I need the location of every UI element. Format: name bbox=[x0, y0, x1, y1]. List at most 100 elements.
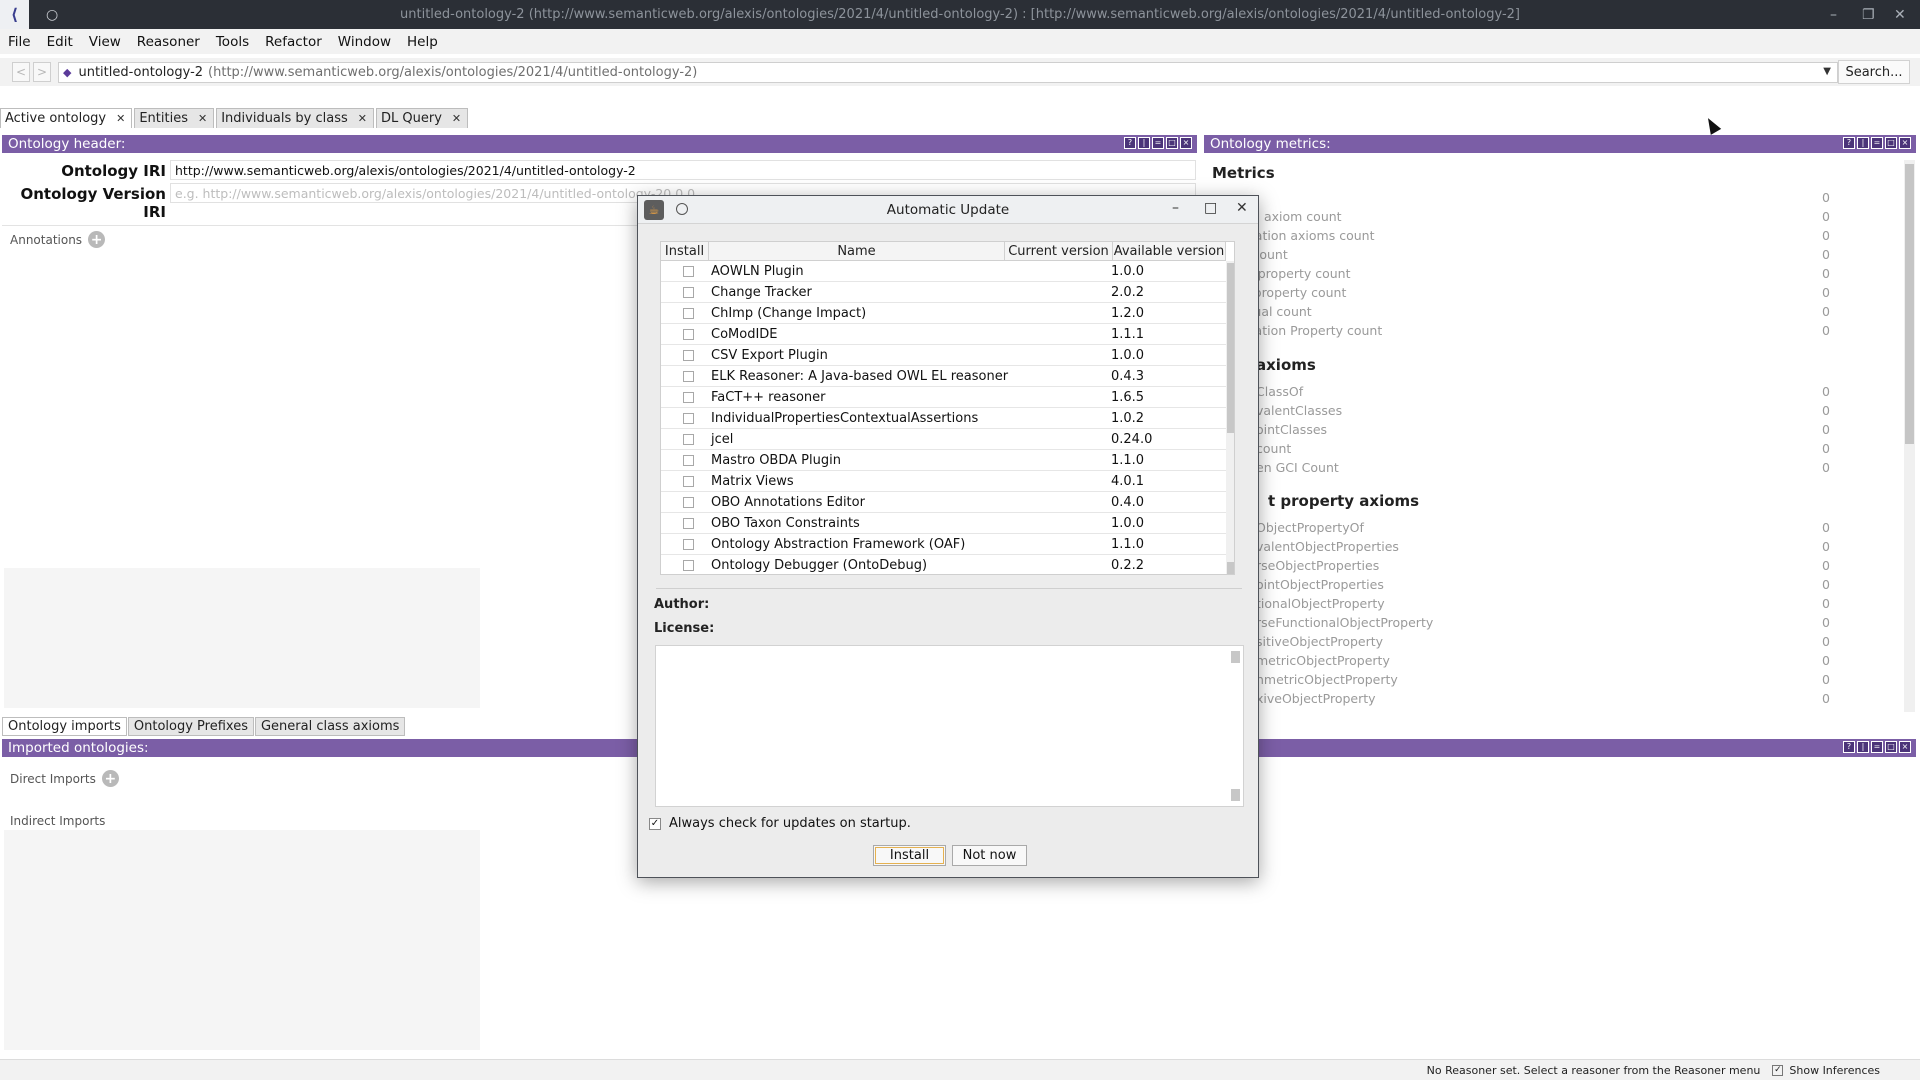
install-checkbox[interactable] bbox=[683, 455, 694, 466]
install-checkbox[interactable] bbox=[683, 476, 694, 487]
install-checkbox[interactable] bbox=[683, 308, 694, 319]
plugin-row[interactable]: OBO Taxon Constraints 1.0.0 bbox=[661, 513, 1228, 534]
back-button[interactable]: < bbox=[12, 62, 30, 82]
menu-reasoner[interactable]: Reasoner bbox=[137, 34, 200, 50]
split-icon[interactable]: = bbox=[1871, 137, 1883, 149]
close-view-icon[interactable]: × bbox=[1899, 137, 1911, 149]
plugin-row[interactable]: AOWLN Plugin 1.0.0 bbox=[661, 261, 1228, 282]
install-checkbox[interactable] bbox=[683, 350, 694, 361]
help-icon[interactable]: ? bbox=[1843, 137, 1855, 149]
close-tab-icon[interactable]: ✕ bbox=[358, 112, 367, 125]
tab-individuals-by-class[interactable]: Individuals by class ✕ bbox=[216, 108, 374, 128]
close-tab-icon[interactable]: ✕ bbox=[116, 112, 125, 125]
add-import-icon[interactable]: + bbox=[101, 770, 119, 787]
install-checkbox[interactable] bbox=[683, 287, 694, 298]
pin-view-icon[interactable]: | bbox=[1138, 137, 1150, 149]
pin-view-icon[interactable]: | bbox=[1857, 137, 1869, 149]
install-checkbox[interactable] bbox=[683, 329, 694, 340]
pin-view-icon[interactable]: | bbox=[1857, 741, 1869, 753]
plugin-row[interactable]: OBO Annotations Editor 0.4.0 bbox=[661, 492, 1228, 513]
install-checkbox[interactable] bbox=[683, 539, 694, 550]
tab-ontology-prefixes[interactable]: Ontology Prefixes bbox=[127, 717, 254, 736]
scroll-thumb[interactable] bbox=[1905, 164, 1914, 444]
tab-general-class-axioms[interactable]: General class axioms bbox=[254, 717, 406, 736]
add-annotation-icon[interactable]: + bbox=[88, 231, 106, 248]
install-checkbox[interactable] bbox=[683, 434, 694, 445]
close-view-icon[interactable]: × bbox=[1899, 741, 1911, 753]
close-view-icon[interactable]: × bbox=[1180, 137, 1192, 149]
pin-icon[interactable] bbox=[676, 203, 688, 215]
menu-tools[interactable]: Tools bbox=[216, 34, 249, 50]
forward-button[interactable]: > bbox=[33, 62, 51, 82]
pin-icon[interactable]: ○ bbox=[46, 7, 58, 23]
close-icon[interactable]: ✕ bbox=[1894, 0, 1906, 29]
column-header-available-version[interactable]: Available version bbox=[1113, 242, 1226, 261]
plugin-row[interactable]: ChImp (Change Impact) 1.2.0 bbox=[661, 303, 1228, 324]
tab-entities[interactable]: Entities ✕ bbox=[134, 108, 215, 128]
maximize-icon[interactable]: □ bbox=[1166, 137, 1178, 149]
ontology-selector[interactable]: ◆ untitled-ontology-2 (http://www.semant… bbox=[58, 62, 1838, 83]
install-checkbox[interactable] bbox=[683, 518, 694, 529]
status-bar: No Reasoner set. Select a reasoner from … bbox=[0, 1059, 1920, 1080]
menu-edit[interactable]: Edit bbox=[47, 34, 73, 50]
plugin-row[interactable]: IndividualPropertiesContextualAssertions… bbox=[661, 408, 1228, 429]
scroll-thumb[interactable] bbox=[1227, 263, 1234, 433]
show-inferences-checkbox[interactable]: ✓ bbox=[1772, 1064, 1784, 1076]
restore-icon[interactable]: ❐ bbox=[1862, 0, 1875, 29]
install-checkbox[interactable] bbox=[683, 497, 694, 508]
plugin-row[interactable]: Matrix Views 4.0.1 bbox=[661, 471, 1228, 492]
install-button[interactable]: Install bbox=[873, 845, 946, 866]
menu-help[interactable]: Help bbox=[407, 34, 438, 50]
not-now-button[interactable]: Not now bbox=[952, 845, 1027, 866]
always-check-checkbox[interactable]: ✓ bbox=[649, 817, 661, 830]
plugin-row[interactable]: Mastro OBDA Plugin 1.1.0 bbox=[661, 450, 1228, 471]
install-checkbox[interactable] bbox=[683, 392, 694, 403]
close-icon[interactable]: ✕ bbox=[1236, 200, 1248, 216]
metrics-scrollbar[interactable] bbox=[1904, 160, 1915, 712]
tab-dl-query[interactable]: DL Query ✕ bbox=[376, 108, 469, 128]
plugin-name: CSV Export Plugin bbox=[711, 348, 828, 363]
plugin-row[interactable]: CoModIDE 1.1.1 bbox=[661, 324, 1228, 345]
plugin-row[interactable]: Change Tracker 2.0.2 bbox=[661, 282, 1228, 303]
plugin-row[interactable]: CSV Export Plugin 1.0.0 bbox=[661, 345, 1228, 366]
menu-window[interactable]: Window bbox=[338, 34, 391, 50]
split-icon[interactable]: = bbox=[1152, 137, 1164, 149]
minimize-icon[interactable]: – bbox=[1830, 0, 1837, 29]
help-icon[interactable]: ? bbox=[1843, 741, 1855, 753]
split-icon[interactable]: = bbox=[1871, 741, 1883, 753]
column-header-name[interactable]: Name bbox=[709, 242, 1005, 261]
plugin-row[interactable]: FaCT++ reasoner 1.6.5 bbox=[661, 387, 1228, 408]
menu-refactor[interactable]: Refactor bbox=[265, 34, 322, 50]
scroll-down-icon[interactable] bbox=[1227, 562, 1234, 574]
table-scrollbar[interactable] bbox=[1226, 261, 1234, 574]
help-icon[interactable]: ? bbox=[1124, 137, 1136, 149]
minimize-icon[interactable]: – bbox=[1172, 200, 1179, 216]
maximize-icon[interactable]: □ bbox=[1885, 741, 1897, 753]
maximize-icon[interactable]: □ bbox=[1204, 200, 1217, 216]
column-header-install[interactable]: Install bbox=[661, 242, 709, 261]
scroll-down-icon[interactable] bbox=[1231, 789, 1240, 801]
search-button[interactable]: Search... bbox=[1838, 60, 1910, 84]
menu-file[interactable]: File bbox=[8, 34, 31, 50]
install-checkbox[interactable] bbox=[683, 560, 694, 571]
maximize-icon[interactable]: □ bbox=[1885, 137, 1897, 149]
metric-value: 0 bbox=[1822, 209, 1830, 224]
install-checkbox[interactable] bbox=[683, 371, 694, 382]
plugin-row[interactable]: jcel 0.24.0 bbox=[661, 429, 1228, 450]
tab-active-ontology[interactable]: Active ontology ✕ bbox=[0, 108, 133, 128]
plugin-row[interactable]: ELK Reasoner: A Java-based OWL EL reason… bbox=[661, 366, 1228, 387]
tab-label: Active ontology bbox=[5, 111, 107, 126]
close-tab-icon[interactable]: ✕ bbox=[452, 112, 461, 125]
install-checkbox[interactable] bbox=[683, 413, 694, 424]
scroll-up-icon[interactable] bbox=[1231, 651, 1240, 663]
license-text-area[interactable] bbox=[655, 645, 1244, 807]
close-tab-icon[interactable]: ✕ bbox=[198, 112, 207, 125]
menu-view[interactable]: View bbox=[89, 34, 121, 50]
column-header-current-version[interactable]: Current version bbox=[1005, 242, 1113, 261]
install-checkbox[interactable] bbox=[683, 266, 694, 277]
ontology-iri-field[interactable]: http://www.semanticweb.org/alexis/ontolo… bbox=[170, 160, 1196, 180]
plugin-row[interactable]: Ontology Abstraction Framework (OAF) 1.1.… bbox=[661, 534, 1228, 555]
dropdown-arrow-icon[interactable]: ▼ bbox=[1823, 66, 1831, 77]
plugin-row[interactable]: Ontology Debugger (OntoDebug) 0.2.2 bbox=[661, 555, 1228, 574]
tab-ontology-imports[interactable]: Ontology imports bbox=[2, 717, 127, 736]
